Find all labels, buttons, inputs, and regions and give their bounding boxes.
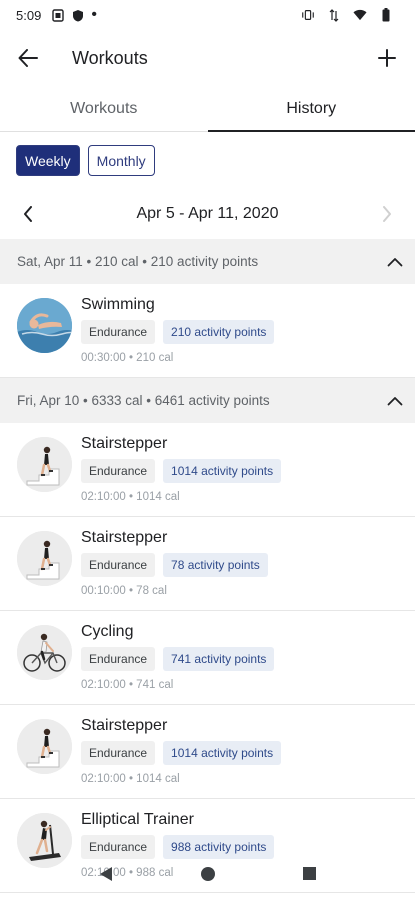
workout-tags: Endurance 988 activity points bbox=[81, 835, 275, 859]
workout-name: Stairstepper bbox=[81, 717, 168, 734]
workout-meta: 02:10:00 • 1014 cal bbox=[81, 491, 180, 503]
day-summary: Fri, Apr 10 • 6333 cal • 6461 activity p… bbox=[17, 393, 270, 408]
workout-tags: Endurance 78 activity points bbox=[81, 553, 268, 577]
chevron-up-icon bbox=[375, 396, 415, 406]
activity-points-chip: 1014 activity points bbox=[163, 459, 282, 483]
workout-row[interactable]: Stairstepper Endurance 1014 activity poi… bbox=[0, 705, 415, 799]
workout-name: Elliptical Trainer bbox=[81, 811, 194, 828]
chevron-right-icon bbox=[383, 206, 391, 222]
workout-meta: 00:10:00 • 78 cal bbox=[81, 585, 167, 597]
category-chip: Endurance bbox=[81, 320, 156, 344]
activity-points-chip: 1014 activity points bbox=[163, 741, 282, 765]
cyclist-icon bbox=[17, 625, 72, 680]
day-header[interactable]: Sat, Apr 11 • 210 cal • 210 activity poi… bbox=[0, 239, 415, 284]
workout-name: Swimming bbox=[81, 296, 155, 313]
system-navigation-bar bbox=[0, 860, 415, 892]
workout-tags: Endurance 210 activity points bbox=[81, 320, 275, 344]
notification-dot-icon: • bbox=[91, 6, 97, 23]
weekly-button[interactable]: Weekly bbox=[16, 145, 80, 176]
workout-meta: 02:10:00 • 1014 cal bbox=[81, 773, 180, 785]
vibrate-icon bbox=[301, 8, 315, 22]
swimmer-icon bbox=[17, 298, 72, 353]
status-time: 5:09 bbox=[16, 7, 42, 23]
category-chip: Endurance bbox=[81, 553, 156, 577]
square-recents-icon bbox=[303, 867, 316, 880]
wifi-icon bbox=[353, 8, 367, 22]
stairstepper-icon bbox=[17, 719, 72, 774]
workout-name: Cycling bbox=[81, 623, 134, 640]
triangle-back-icon bbox=[100, 866, 112, 881]
nav-home-button[interactable] bbox=[200, 866, 216, 887]
status-bar: 5:09 • bbox=[0, 0, 415, 30]
date-range-label: Apr 5 - Apr 11, 2020 bbox=[136, 205, 279, 222]
workout-row[interactable]: Swimming Endurance 210 activity points 0… bbox=[0, 284, 415, 378]
monthly-button[interactable]: Monthly bbox=[87, 145, 155, 176]
battery-icon bbox=[379, 8, 393, 22]
circle-home-icon bbox=[201, 866, 215, 881]
workout-tags: Endurance 1014 activity points bbox=[81, 459, 282, 483]
page-title: Workouts bbox=[72, 47, 148, 68]
stairstepper-icon bbox=[17, 531, 72, 586]
workout-row[interactable]: Stairstepper Endurance 78 activity point… bbox=[0, 517, 415, 611]
previous-week-button[interactable] bbox=[0, 206, 56, 222]
app-bar: Workouts bbox=[0, 30, 415, 86]
workout-meta: 00:30:00 • 210 cal bbox=[81, 352, 174, 364]
workout-row[interactable]: Cycling Endurance 741 activity points 02… bbox=[0, 611, 415, 705]
workout-meta: 02:10:00 • 741 cal bbox=[81, 679, 174, 691]
workout-name: Stairstepper bbox=[81, 435, 168, 452]
tab-history[interactable]: History bbox=[207, 86, 415, 132]
date-navigator: Apr 5 - Apr 11, 2020 bbox=[0, 191, 415, 237]
workout-tags: Endurance 1014 activity points bbox=[81, 741, 282, 765]
activity-points-chip: 741 activity points bbox=[163, 647, 275, 671]
workout-name: Stairstepper bbox=[81, 529, 168, 546]
stairstepper-icon bbox=[17, 437, 72, 492]
chevron-left-icon bbox=[24, 206, 32, 222]
tab-workouts[interactable]: Workouts bbox=[0, 86, 208, 131]
workout-tags: Endurance 741 activity points bbox=[81, 647, 275, 671]
activity-points-chip: 988 activity points bbox=[163, 835, 275, 859]
sim-icon bbox=[51, 8, 65, 22]
next-week-button[interactable] bbox=[359, 206, 415, 222]
activity-points-chip: 78 activity points bbox=[163, 553, 268, 577]
chevron-up-icon bbox=[375, 257, 415, 267]
category-chip: Endurance bbox=[81, 741, 156, 765]
shield-icon bbox=[71, 8, 85, 22]
day-summary: Sat, Apr 11 • 210 cal • 210 activity poi… bbox=[17, 254, 259, 269]
nav-recents-button[interactable] bbox=[302, 866, 317, 886]
category-chip: Endurance bbox=[81, 647, 156, 671]
period-toggle: Weekly Monthly bbox=[16, 145, 155, 176]
plus-icon bbox=[378, 49, 396, 67]
activity-points-chip: 210 activity points bbox=[163, 320, 275, 344]
tab-bar: Workouts History bbox=[0, 86, 415, 132]
add-workout-button[interactable] bbox=[359, 30, 415, 86]
back-button[interactable] bbox=[0, 30, 56, 86]
workout-row[interactable]: Stairstepper Endurance 1014 activity poi… bbox=[0, 423, 415, 517]
day-header[interactable]: Fri, Apr 10 • 6333 cal • 6461 activity p… bbox=[0, 378, 415, 423]
category-chip: Endurance bbox=[81, 459, 156, 483]
category-chip: Endurance bbox=[81, 835, 156, 859]
data-arrows-icon bbox=[327, 8, 341, 22]
arrow-left-icon bbox=[18, 49, 38, 67]
nav-back-button[interactable] bbox=[98, 866, 114, 887]
